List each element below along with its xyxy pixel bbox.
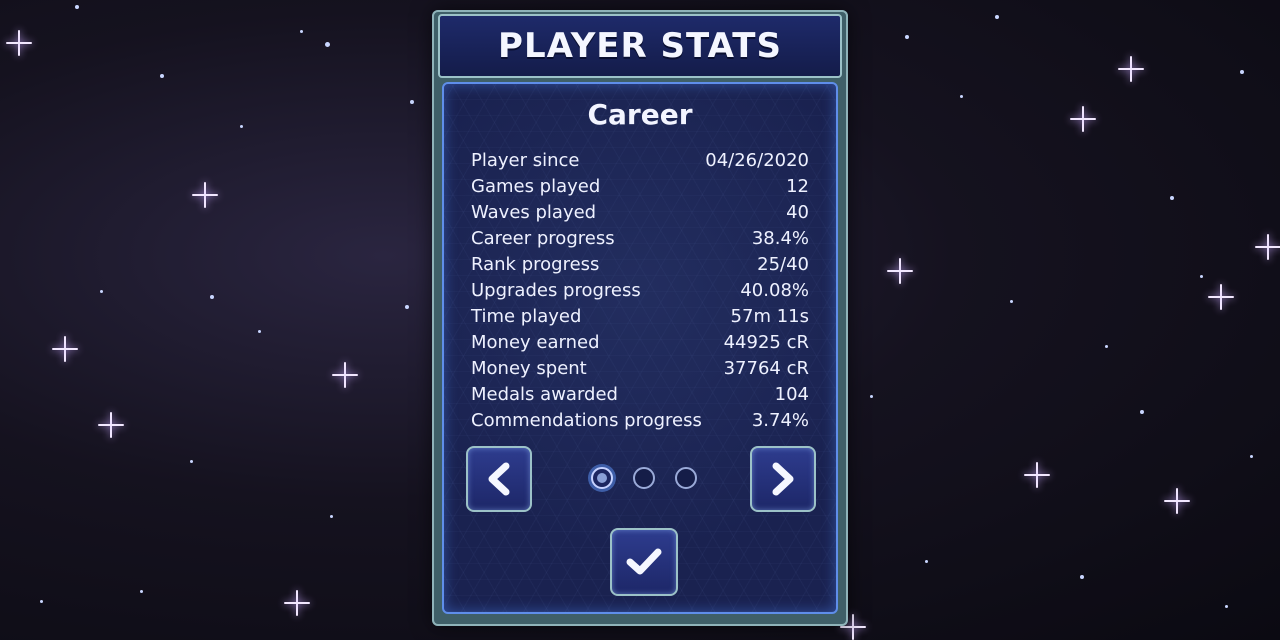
stat-label: Money earned xyxy=(471,332,600,353)
stat-value: 104 xyxy=(774,384,809,405)
stat-label: Commendations progress xyxy=(471,410,702,431)
page-dot-3[interactable] xyxy=(675,467,697,489)
stat-value: 44925 cR xyxy=(723,332,809,353)
stat-label: Money spent xyxy=(471,358,587,379)
stat-value: 40 xyxy=(786,202,809,223)
stat-value: 40.08% xyxy=(740,280,809,301)
stat-row: Commendations progress 3.74% xyxy=(471,408,809,434)
player-stats-panel: PLAYER STATS Career Player since 04/26/20… xyxy=(432,10,848,626)
page-indicator xyxy=(591,467,697,489)
stat-label: Player since xyxy=(471,150,580,171)
stat-row: Medals awarded 104 xyxy=(471,382,809,408)
panel-title: PLAYER STATS xyxy=(438,14,842,78)
confirm-button[interactable] xyxy=(610,528,678,596)
chevron-left-icon xyxy=(488,462,510,496)
checkmark-icon xyxy=(626,548,662,575)
stat-value: 12 xyxy=(786,176,809,197)
stat-value: 25/40 xyxy=(757,254,809,275)
stat-value: 38.4% xyxy=(751,228,809,249)
stat-label: Rank progress xyxy=(471,254,600,275)
chevron-right-icon xyxy=(772,462,794,496)
stats-list: Player since 04/26/2020 Games played 12 Wa… xyxy=(471,148,809,434)
section-title: Career xyxy=(587,98,693,131)
stat-value: 37764 cR xyxy=(723,358,809,379)
stat-label: Medals awarded xyxy=(471,384,618,405)
stat-label: Upgrades progress xyxy=(471,280,641,301)
stat-label: Waves played xyxy=(471,202,597,223)
stat-row: Career progress 38.4% xyxy=(471,226,809,252)
stat-row: Rank progress 25/40 xyxy=(471,252,809,278)
stat-row: Money spent 37764 cR xyxy=(471,356,809,382)
stat-label: Career progress xyxy=(471,228,615,249)
stat-row: Waves played 40 xyxy=(471,200,809,226)
stat-row: Games played 12 xyxy=(471,174,809,200)
stat-row: Player since 04/26/2020 xyxy=(471,148,809,174)
page-dot-2[interactable] xyxy=(633,467,655,489)
stat-label: Time played xyxy=(471,306,582,327)
stat-label: Games played xyxy=(471,176,601,197)
stat-row: Time played 57m 11s xyxy=(471,304,809,330)
stat-value: 3.74% xyxy=(751,410,809,431)
stat-row: Money earned 44925 cR xyxy=(471,330,809,356)
page-dot-1[interactable] xyxy=(591,467,613,489)
next-page-button[interactable] xyxy=(750,446,816,512)
stat-value: 04/26/2020 xyxy=(705,150,809,171)
previous-page-button[interactable] xyxy=(466,446,532,512)
stat-value: 57m 11s xyxy=(730,306,809,327)
stat-row: Upgrades progress 40.08% xyxy=(471,278,809,304)
stats-content: Career Player since 04/26/2020 Games play… xyxy=(442,82,838,614)
